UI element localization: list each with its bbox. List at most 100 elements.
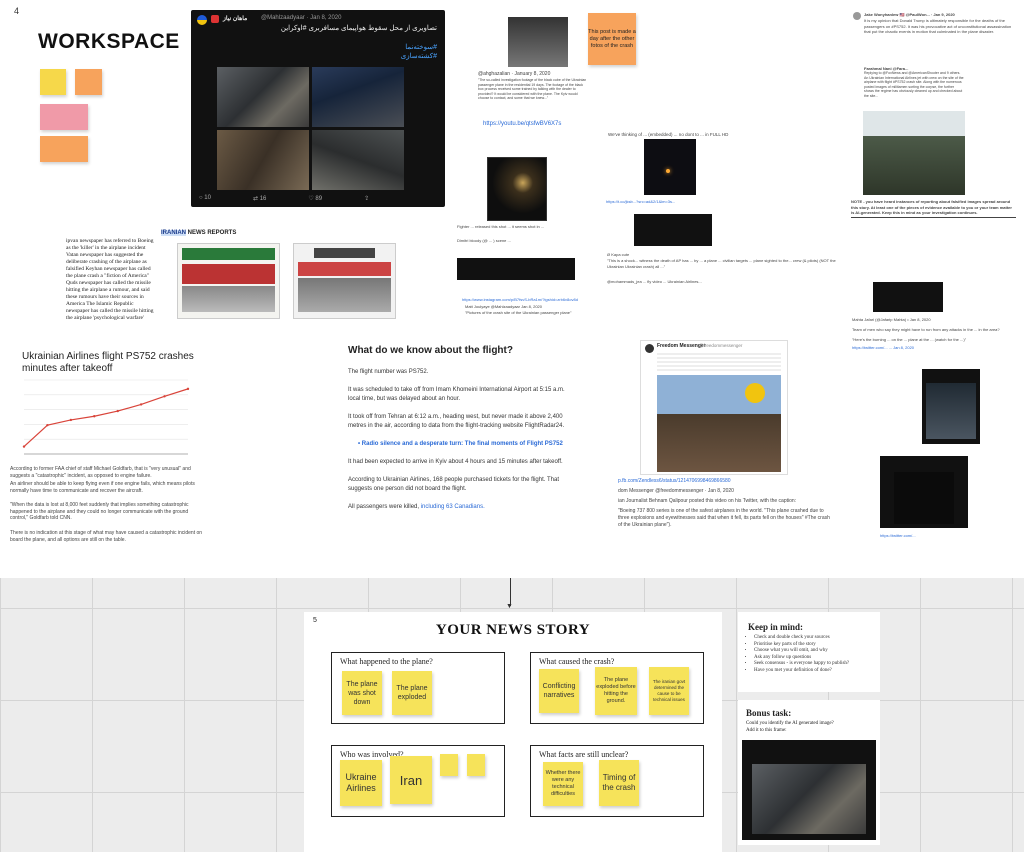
- data-point: [163, 395, 166, 398]
- instagram-caption-2: "Pictures of the crash site of the Ukrai…: [465, 310, 572, 315]
- story-title: YOUR NEWS STORY: [435, 622, 591, 638]
- night-video-still: [644, 139, 696, 195]
- retweet-button[interactable]: ⇄ 16: [253, 195, 266, 202]
- arrow-down-icon: ▼: [506, 603, 513, 610]
- sticky-note-empty[interactable]: [467, 754, 485, 776]
- crash-photo-4: [312, 130, 404, 190]
- bonus-text-2: Add it to this frame:: [746, 728, 787, 733]
- dark-tweet-5[interactable]: [880, 456, 968, 528]
- sticky-note[interactable]: Ukraine Airlines: [340, 760, 382, 806]
- mid-link[interactable]: https://t.co/jksb...?src=ad&2/1&lm=3s...: [606, 199, 675, 204]
- militia-photo: [863, 111, 965, 195]
- tweet-username: ماهان نیاز: [223, 16, 248, 22]
- article-p1: The flight number was PS752.: [348, 369, 429, 375]
- night-sky-photo: [487, 157, 547, 221]
- like-button[interactable]: ♡ 89: [308, 195, 322, 202]
- freedom-caption-3: "Boeing 737 800 series is one of the saf…: [618, 508, 830, 528]
- ai-warning-note: NOTE - you have heard instances of repor…: [851, 199, 1012, 215]
- chart-body-2: An airliner should be able to keep flyin…: [10, 481, 195, 494]
- caption-c2: Team of men who say they might have to r…: [852, 327, 1000, 332]
- main-tweet-card[interactable]: ماهان نیاز @Mahlzaadyaar · Jan 8, 2020 ت…: [191, 10, 445, 207]
- caption-c4[interactable]: https://twitter.com/... ... Jan 8, 2020: [852, 344, 914, 351]
- freedom-link[interactable]: p.fb.com/Zendless6/status/12147069984698…: [618, 478, 731, 484]
- question-box-who: Who was involved? Ukraine Airlines Iran: [331, 745, 505, 817]
- question-label: What happened to the plane?: [340, 657, 433, 666]
- sticky-note[interactable]: Timing of the crash: [599, 760, 639, 806]
- question-label: What caused the crash?: [539, 657, 615, 666]
- reply-button[interactable]: ○ 10: [199, 195, 211, 202]
- line-chart: [22, 379, 190, 455]
- trump-tweet[interactable]: Jake Wonyhanlew 🇺🇸 @PaulWon... · Jan 9, …: [851, 10, 1016, 52]
- youtube-link[interactable]: https://youtu.be/qtsfwBV6X7s: [483, 121, 561, 127]
- ai-generated-photo: [752, 764, 866, 834]
- freedom-video[interactable]: [657, 375, 781, 472]
- data-point: [116, 409, 119, 413]
- sticky-note[interactable]: The plane exploded before hitting the gr…: [595, 667, 637, 715]
- data-point: [186, 387, 190, 391]
- caption-b2: @mohammads_jea ... fly video ... Ukraini…: [607, 279, 702, 284]
- newspapers-header: IRANIAN NEWS REPORTS: [161, 230, 237, 236]
- article-p7: All passengers were killed, including 63…: [348, 504, 485, 510]
- ai-image-tweet[interactable]: [742, 740, 876, 840]
- data-point: [46, 423, 49, 427]
- data-point: [22, 445, 26, 448]
- sticky-note[interactable]: Iran: [390, 756, 432, 804]
- chart-title: Ukrainian Airlines flight PS752 crashes …: [22, 351, 194, 374]
- data-point: [139, 403, 143, 406]
- tweet-status: Ø Kapa cute: [607, 252, 630, 257]
- sticky-orange-wide[interactable]: [40, 136, 88, 162]
- sticky-note-empty[interactable]: [440, 754, 458, 776]
- sticky-note[interactable]: Conflicting narratives: [539, 669, 579, 713]
- center-caption-4: Dimitri bloody (@ ... ) scene ...: [457, 238, 511, 243]
- sticky-note-timing[interactable]: This post is made a day after the other …: [588, 13, 636, 65]
- bottom-right-link[interactable]: https://twitter.com/...: [880, 533, 916, 538]
- newspaper-2: [293, 243, 396, 319]
- avatar: [853, 12, 861, 20]
- sticky-note[interactable]: The plane exploded: [392, 671, 432, 715]
- share-button[interactable]: ⇪: [364, 195, 369, 202]
- tweet-hashtag-1[interactable]: #سوخته‌نما: [405, 43, 437, 51]
- embedded-tweet-bar[interactable]: [457, 258, 575, 280]
- avatar: [197, 15, 207, 25]
- series-line: [23, 388, 189, 448]
- connector-line: [510, 578, 511, 606]
- article-link[interactable]: • Radio silence and a desperate turn: Th…: [348, 440, 578, 449]
- video-badge-icon: [745, 383, 765, 403]
- question-label: What facts are still unclear?: [539, 750, 629, 759]
- crash-photo-3: [217, 130, 309, 190]
- embedded-tweet-2[interactable]: [634, 214, 712, 246]
- share-icon: ⇪: [364, 196, 370, 202]
- sticky-orange[interactable]: [75, 69, 102, 95]
- caption-b1: "This is a shock... witness the death of…: [607, 258, 836, 269]
- center-caption-3: Fighter ... released this shot ... it se…: [457, 224, 545, 229]
- sticky-yellow[interactable]: [40, 69, 66, 95]
- embedded-tweet-3[interactable]: [873, 282, 943, 312]
- tweet1-name: Jake Wonyhanlew 🇺🇸 @PaulWon... · Jan 9, …: [864, 12, 955, 17]
- bonus-text-1: Could you identify the AI generated imag…: [746, 721, 834, 726]
- freedom-caption-1: dom Messenger @freedommessenger · Jan 8,…: [618, 488, 734, 494]
- instagram-link[interactable]: https://www.instagram.com/p/B7fsvS-bRa1m…: [462, 297, 578, 302]
- tweet-actions: ○ 10 ⇄ 16 ♡ 89 ⇪: [199, 195, 369, 202]
- chart-body-1: According to former FAA chief of staff M…: [10, 466, 191, 479]
- sticky-note[interactable]: Whether there were any technical difficu…: [543, 762, 583, 806]
- question-box-what-happened: What happened to the plane? The plane wa…: [331, 652, 505, 724]
- tweet2-text: Replying to @FoxNews and @AmericanShoote…: [864, 71, 964, 98]
- bonus-card: Bonus task: Could you identify the AI ge…: [738, 700, 880, 845]
- militia-tweet[interactable]: Farahmal Nani @Fara... Replying to @FoxN…: [851, 65, 967, 195]
- data-point: [69, 418, 73, 422]
- sticky-pink[interactable]: [40, 104, 88, 130]
- dark-tweet-4[interactable]: [922, 369, 980, 444]
- mid-caption: We've thinking of ... (embedded) ... no …: [608, 132, 729, 137]
- bonus-title: Bonus task:: [746, 708, 792, 718]
- article-title: What do we know about the flight?: [348, 345, 513, 356]
- newspapers-summary: ipvan newspaper has referred to Boeing a…: [66, 238, 154, 321]
- sticky-note[interactable]: The iranian govt determined the cause to…: [649, 667, 689, 715]
- tweet-hashtag-2[interactable]: #کشته‌سازی: [401, 52, 437, 60]
- sticky-note[interactable]: The plane was shot down: [342, 671, 382, 715]
- freedom-messenger-tweet[interactable]: Freedom Messenger @freedommessenger: [640, 340, 788, 475]
- article-p2: It was scheduled to take off from Imam K…: [348, 387, 565, 402]
- question-box-unclear: What facts are still unclear? Whether th…: [530, 745, 704, 817]
- crash-photo-2: [312, 67, 404, 127]
- data-point: [93, 415, 96, 418]
- video-thumbnail[interactable]: [508, 17, 568, 67]
